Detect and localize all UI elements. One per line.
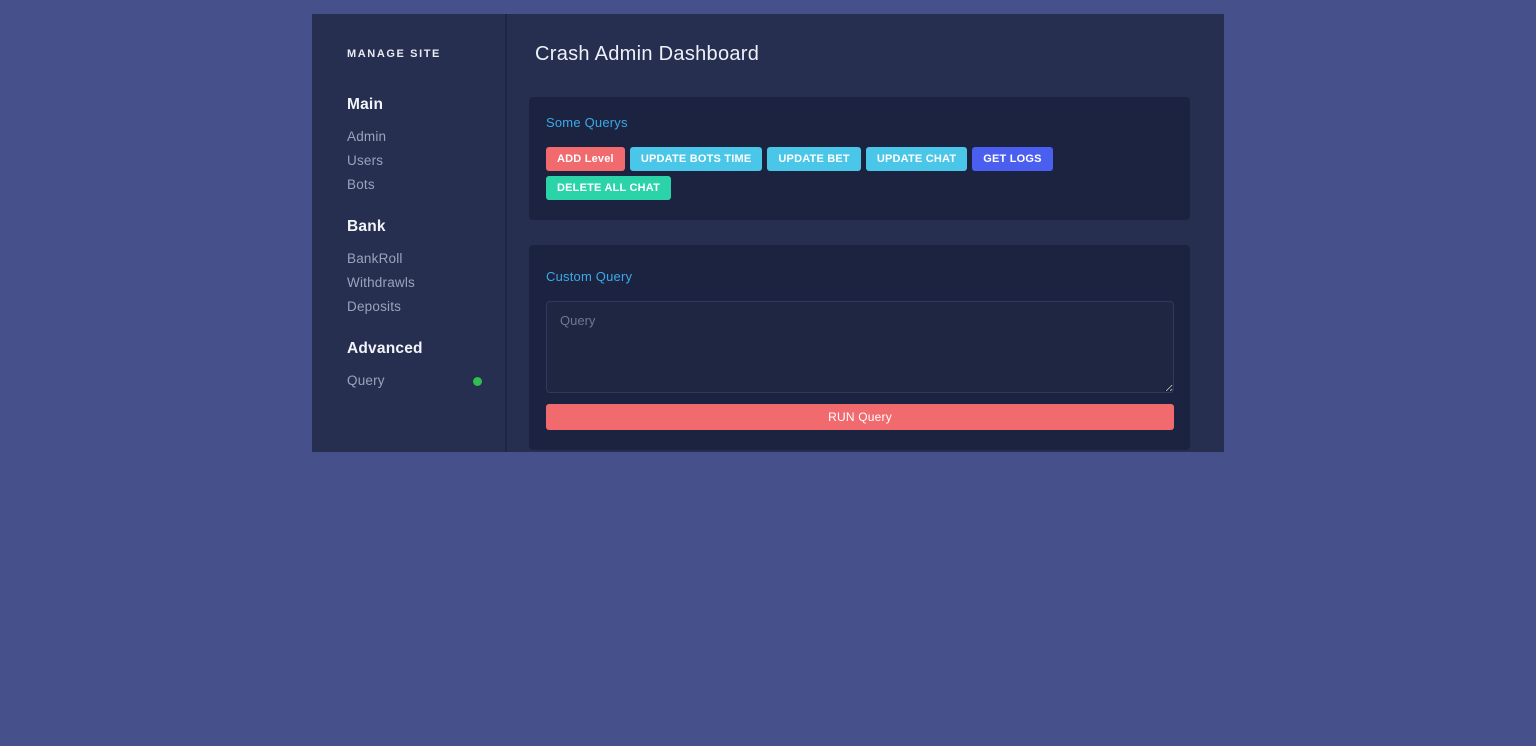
- sidebar-group-bank: Bank BankRollWithdrawlsDeposits: [347, 218, 505, 319]
- some-querys-card: Some Querys ADD LevelUPDATE BOTS TIMEUPD…: [529, 97, 1190, 220]
- app-shell: MANAGE SITE Main AdminUsersBots Bank BankRo…: [312, 14, 1224, 452]
- sidebar-item-label: Admin: [347, 125, 386, 149]
- sidebar-group-advanced: Advanced Query: [347, 340, 505, 393]
- run-query-button[interactable]: RUN Query: [546, 404, 1174, 430]
- sidebar-item-users[interactable]: Users: [347, 149, 482, 173]
- sidebar: MANAGE SITE Main AdminUsersBots Bank BankRo…: [312, 14, 507, 452]
- custom-query-card: Custom Query RUN Query: [529, 245, 1190, 450]
- sidebar-nav: Main AdminUsersBots Bank BankRollWithdrawls…: [347, 96, 505, 393]
- sidebar-item-query[interactable]: Query: [347, 369, 482, 393]
- sidebar-item-label: Users: [347, 149, 383, 173]
- sidebar-item-label: BankRoll: [347, 247, 403, 271]
- page-title: Crash Admin Dashboard: [535, 43, 1190, 66]
- sidebar-item-label: Deposits: [347, 295, 401, 319]
- sidebar-group-title: Bank: [347, 218, 505, 236]
- query-button-update-chat[interactable]: UPDATE CHAT: [866, 147, 967, 171]
- custom-query-label: Custom Query: [546, 269, 1174, 284]
- sidebar-item-bots[interactable]: Bots: [347, 173, 482, 197]
- query-button-update-bots-time[interactable]: UPDATE BOTS TIME: [630, 147, 763, 171]
- query-button-update-bet[interactable]: UPDATE BET: [767, 147, 860, 171]
- status-online-icon: [473, 377, 482, 386]
- query-button-delete-all-chat[interactable]: DELETE ALL CHAT: [546, 176, 671, 200]
- sidebar-item-withdrawls[interactable]: Withdrawls: [347, 271, 482, 295]
- sidebar-group-title: Advanced: [347, 340, 505, 358]
- sidebar-item-deposits[interactable]: Deposits: [347, 295, 482, 319]
- sidebar-brand: MANAGE SITE: [347, 48, 505, 60]
- query-button-get-logs[interactable]: GET LOGS: [972, 147, 1052, 171]
- sidebar-item-admin[interactable]: Admin: [347, 125, 482, 149]
- quick-query-button-row: ADD LevelUPDATE BOTS TIMEUPDATE BETUPDAT…: [546, 147, 1174, 200]
- sidebar-group-title: Main: [347, 96, 505, 114]
- some-querys-label: Some Querys: [546, 115, 1174, 130]
- sidebar-item-label: Query: [347, 369, 385, 393]
- main-content: Crash Admin Dashboard Some Querys ADD Le…: [507, 14, 1224, 452]
- sidebar-item-bankroll[interactable]: BankRoll: [347, 247, 482, 271]
- custom-query-input[interactable]: [546, 301, 1174, 393]
- sidebar-group-main: Main AdminUsersBots: [347, 96, 505, 197]
- sidebar-item-label: Bots: [347, 173, 375, 197]
- query-button-add-level[interactable]: ADD Level: [546, 147, 625, 171]
- sidebar-item-label: Withdrawls: [347, 271, 415, 295]
